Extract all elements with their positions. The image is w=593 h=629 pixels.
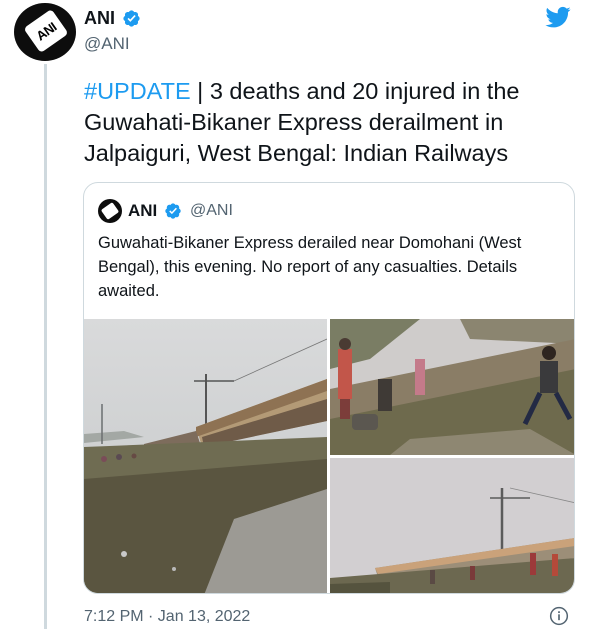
- tweet-timestamp[interactable]: 7:12 PM · Jan 13, 2022: [84, 608, 250, 626]
- verified-badge-icon: [165, 203, 181, 219]
- media-photo-1[interactable]: [84, 319, 327, 593]
- media-photo-2[interactable]: [330, 319, 574, 455]
- ani-logo: [100, 202, 120, 220]
- quoted-author-name: ANI: [128, 201, 158, 220]
- verified-badge-icon: [123, 10, 140, 27]
- ani-logo: ANI: [23, 8, 69, 54]
- author-name[interactable]: ANI: [84, 8, 115, 29]
- ani-logo-text: ANI: [33, 18, 59, 44]
- quoted-tweet-text: Guwahati-Bikaner Express derailed near D…: [98, 234, 522, 300]
- quoted-author-avatar: [98, 199, 122, 223]
- quoted-tweet[interactable]: ANI @ANI Guwahati-Bikaner Express derail…: [83, 182, 575, 594]
- info-icon[interactable]: [549, 606, 569, 626]
- twitter-bird-icon[interactable]: [543, 4, 573, 30]
- tweet-text: #UPDATE | 3 deaths and 20 injured in the…: [84, 76, 554, 169]
- media-photo-3[interactable]: [330, 458, 574, 593]
- hashtag-link[interactable]: #UPDATE: [84, 78, 191, 104]
- quoted-author-handle: @ANI: [190, 202, 233, 219]
- author-avatar[interactable]: ANI: [14, 3, 76, 61]
- thread-line: [44, 64, 47, 629]
- author-handle[interactable]: @ANI: [84, 34, 130, 54]
